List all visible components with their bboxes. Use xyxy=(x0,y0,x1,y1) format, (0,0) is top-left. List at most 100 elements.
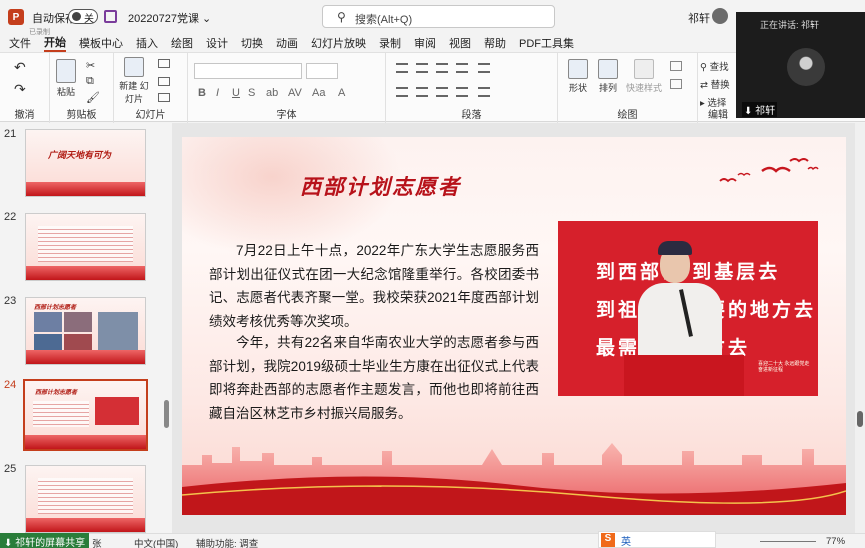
spacing-icon[interactable]: AV xyxy=(288,87,302,99)
numbering-icon[interactable] xyxy=(416,63,428,73)
slide-photo[interactable]: 到西部去 到基层去 到祖国最需要的地方去 最需要的地方去 喜迎二十大 永远跟党走… xyxy=(558,221,818,396)
new-slide-button[interactable]: 新建 幻灯片 xyxy=(118,57,150,105)
underline-icon[interactable]: U xyxy=(232,87,240,99)
quick-styles-icon xyxy=(634,59,654,79)
photo-caption: 喜迎二十大 永远跟党走 奋进新征程 xyxy=(758,361,810,373)
thumb-city xyxy=(25,435,146,449)
language-status[interactable]: 中文(中国) xyxy=(134,536,178,548)
menu-slideshow[interactable]: 幻灯片放映 xyxy=(311,35,366,51)
user-name[interactable]: 祁轩 xyxy=(688,10,710,26)
copy-icon[interactable]: ⧉ xyxy=(86,75,94,88)
thumbnails-scroll-thumb[interactable] xyxy=(164,400,169,428)
menu-review[interactable]: 审阅 xyxy=(414,35,436,51)
columns-icon[interactable] xyxy=(478,87,490,97)
menu-template-center[interactable]: 模板中心 xyxy=(79,35,123,51)
editor-scrollbar[interactable] xyxy=(855,123,865,533)
slides-group: 新建 幻灯片 幻灯片 xyxy=(114,53,188,123)
line-spacing-icon[interactable] xyxy=(478,63,490,73)
menu-help[interactable]: 帮助 xyxy=(484,35,506,51)
slide-thumbnail[interactable]: 西部计划志愿者 xyxy=(25,297,146,365)
thumbnails-scrollbar[interactable] xyxy=(164,130,169,530)
ime-mode[interactable]: 英 xyxy=(621,533,631,548)
accessibility-status[interactable]: 辅助功能: 调查 xyxy=(196,536,258,548)
zoom-slider[interactable] xyxy=(760,541,816,542)
file-name-text: 20220727党课 xyxy=(128,13,199,25)
search-box[interactable]: ⚲ 搜索(Alt+Q) xyxy=(322,5,555,28)
shape-outline-icon[interactable] xyxy=(670,79,682,89)
drawing-group-label: 绘图 xyxy=(617,110,638,121)
layout-icon[interactable] xyxy=(158,59,170,68)
slide-thumbnail-selected[interactable]: 西部计划志愿者 xyxy=(23,379,148,451)
menu-animations[interactable]: 动画 xyxy=(276,35,298,51)
menu-transitions[interactable]: 切换 xyxy=(241,35,263,51)
powerpoint-window: P 自动保存 关 20220727党课 ⌄ ⚲ 搜索(Alt+Q) 祁轩 已录制… xyxy=(0,0,865,548)
paste-button[interactable]: 粘贴 xyxy=(56,59,76,98)
toggle-knob xyxy=(72,12,81,21)
ime-toolbar[interactable]: S 英 xyxy=(598,531,716,548)
slide-paragraph-1: 7月22日上午十点，2022年广东大学生志愿服务西部计划出征仪式在团一大纪念馆隆… xyxy=(209,243,539,329)
video-call-panel[interactable]: 正在讲话: 祁轩 ⬇ 祁轩 xyxy=(736,12,865,118)
zoom-level[interactable]: 77% xyxy=(826,536,845,547)
menu-design[interactable]: 设计 xyxy=(206,35,228,51)
bold-icon[interactable]: B xyxy=(198,87,206,99)
thumb-city xyxy=(26,266,145,280)
strikethrough-icon[interactable]: ab xyxy=(266,87,278,99)
shapes-label: 形状 xyxy=(568,83,587,93)
paragraph-group: 段落 xyxy=(386,53,558,123)
editing-group: ⚲ 查找 ⇄ 替换 ▸ 选择 编辑 xyxy=(698,53,738,123)
shape-fill-icon[interactable] xyxy=(670,61,682,71)
font-size-select[interactable] xyxy=(306,63,338,79)
editor-scroll-thumb[interactable] xyxy=(857,411,863,427)
redo-icon[interactable]: ↷ xyxy=(14,81,26,98)
find-button[interactable]: ⚲ 查找 xyxy=(700,59,729,73)
shapes-button[interactable]: 形状 xyxy=(564,59,592,94)
thumb-photo xyxy=(98,312,138,352)
search-placeholder: 搜索(Alt+Q) xyxy=(355,14,413,26)
thumb-photo xyxy=(34,312,62,332)
slide-thumbnail[interactable] xyxy=(25,213,146,281)
arrange-button[interactable]: 排列 xyxy=(594,59,622,94)
justify-icon[interactable] xyxy=(456,87,468,97)
reset-icon[interactable] xyxy=(158,77,170,86)
align-left-icon[interactable] xyxy=(396,87,408,97)
menu-record[interactable]: 录制 xyxy=(379,35,401,51)
italic-icon[interactable]: I xyxy=(216,87,219,99)
file-name[interactable]: 20220727党课 ⌄ xyxy=(128,10,211,26)
align-right-icon[interactable] xyxy=(436,87,448,97)
menu-pdf-tools[interactable]: PDF工具集 xyxy=(519,35,574,51)
replace-label: 替换 xyxy=(710,80,730,91)
cut-icon[interactable]: ✂ xyxy=(86,59,95,72)
font-name-select[interactable] xyxy=(194,63,302,79)
case-icon[interactable]: Aa xyxy=(312,87,325,99)
format-painter-icon[interactable]: 🖌 xyxy=(86,91,100,104)
podium xyxy=(624,355,744,396)
menu-insert[interactable]: 插入 xyxy=(136,35,158,51)
menu-file[interactable]: 文件 xyxy=(9,35,31,51)
decrease-indent-icon[interactable] xyxy=(436,63,448,73)
screen-share-badge[interactable]: ⬇ 祁轩的屏幕共享 xyxy=(0,533,90,548)
thumb-city xyxy=(26,350,145,364)
slide-thumbnail[interactable] xyxy=(25,465,146,533)
user-avatar[interactable] xyxy=(712,8,728,24)
editing-group-label: 编辑 xyxy=(708,110,728,121)
autosave-toggle[interactable]: 关 xyxy=(68,9,98,25)
thumb-number: 24 xyxy=(4,379,17,391)
save-icon[interactable] xyxy=(104,10,117,23)
increase-indent-icon[interactable] xyxy=(456,63,468,73)
font-color-icon[interactable]: A xyxy=(338,87,345,99)
section-icon[interactable] xyxy=(158,93,170,102)
align-center-icon[interactable] xyxy=(416,87,428,97)
bullets-icon[interactable] xyxy=(396,63,408,73)
find-label: 查找 xyxy=(709,62,729,73)
menu-view[interactable]: 视图 xyxy=(449,35,471,51)
slide-thumbnail[interactable]: 广阔天地有可为 xyxy=(25,129,146,197)
thumb-photo xyxy=(64,312,92,332)
thumb-text-lines xyxy=(33,401,89,427)
undo-icon[interactable]: ↶ xyxy=(14,59,26,76)
shadow-icon[interactable]: S xyxy=(248,87,255,99)
current-slide[interactable]: 西部计划志愿者 7月22日上午十点，2022年广东大学生志愿服务西部计划出征仪式… xyxy=(182,137,846,515)
replace-button[interactable]: ⇄ 替换 xyxy=(700,77,730,91)
quick-styles-button[interactable]: 快速样式 xyxy=(624,59,664,94)
menu-home[interactable]: 开始 xyxy=(44,34,66,52)
menu-draw[interactable]: 绘图 xyxy=(171,35,193,51)
